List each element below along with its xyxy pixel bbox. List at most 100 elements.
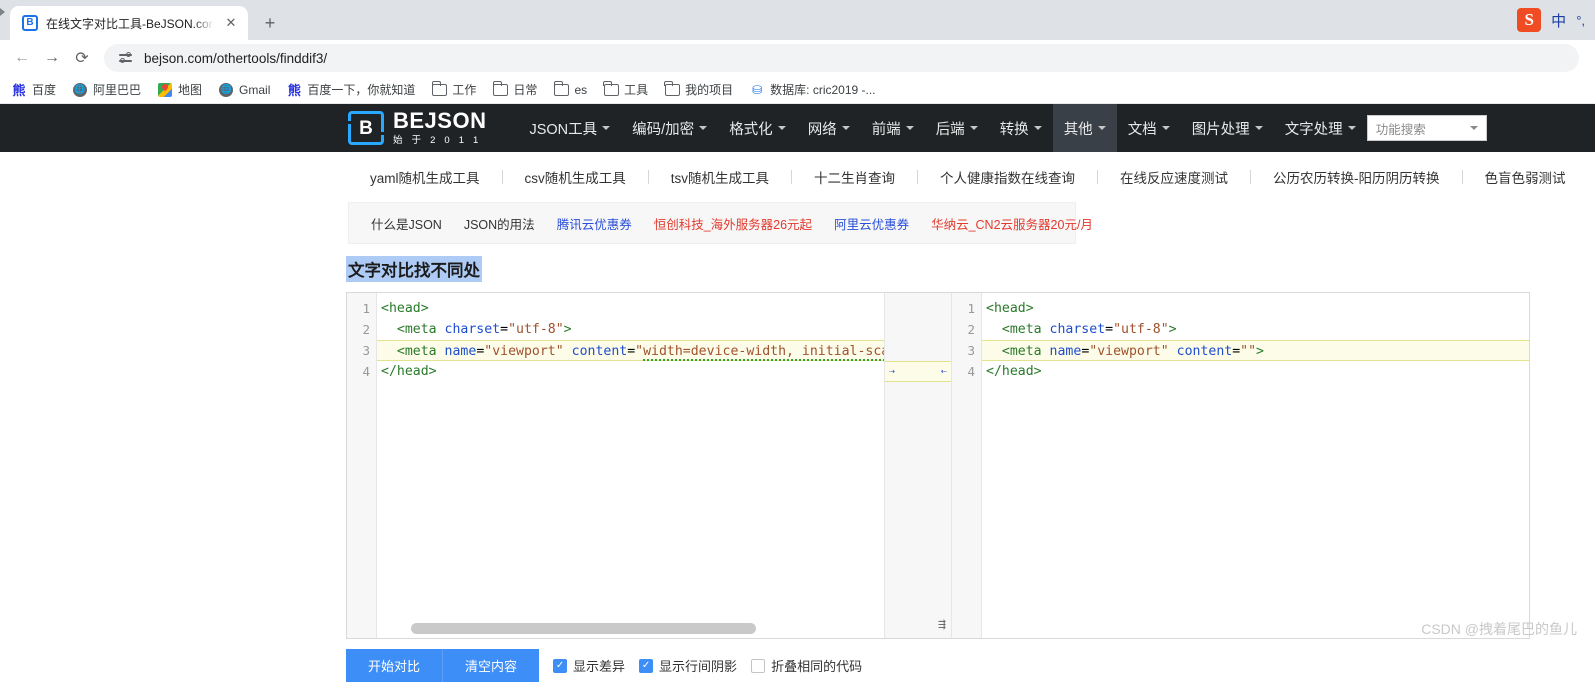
bookmark-folder-work[interactable]: 工作 <box>424 78 483 101</box>
nav-label: 文字处理 <box>1284 121 1343 138</box>
line-number: 3 <box>362 343 370 358</box>
bejson-logo-icon: B <box>348 111 384 145</box>
copy-right-arrow-icon[interactable]: ⇢ <box>889 366 895 377</box>
nav-item-convert[interactable]: 转换 <box>989 104 1053 152</box>
nav-item-network[interactable]: 网络 <box>797 104 861 152</box>
bookmark-baidu-home[interactable]: 熊 百度一下，你就知道 <box>279 78 422 101</box>
nav-item-json-tools[interactable]: JSON工具 <box>518 104 621 152</box>
bookmark-folder-tools[interactable]: 工具 <box>596 78 655 101</box>
nav-label: 其他 <box>1063 121 1093 138</box>
nav-item-text-tools[interactable]: 文字处理 <box>1274 104 1367 152</box>
address-bar[interactable]: bejson.com/othertools/finddif3/ <box>104 44 1579 72</box>
promo-link-aliyun[interactable]: 阿里云优惠券 <box>834 214 909 233</box>
chevron-down-icon <box>699 126 708 130</box>
site-logo[interactable]: B BEJSON 始 于 2 0 1 1 <box>348 110 486 146</box>
line-number: 3 <box>967 343 975 358</box>
subnav-item-tsv-generator[interactable]: tsv随机生成工具 <box>649 167 791 187</box>
globe-icon: 🌐 <box>72 82 88 98</box>
forward-icon[interactable]: → <box>38 44 66 72</box>
baidu-icon: 熊 <box>12 83 26 98</box>
bookmark-maps[interactable]: 地图 <box>150 78 209 101</box>
site-header: B BEJSON 始 于 2 0 1 1 JSON工具 编码/加密 格式化 网络… <box>0 104 1595 152</box>
bookmark-folder-daily[interactable]: 日常 <box>485 78 544 101</box>
site-settings-icon[interactable] <box>118 50 134 66</box>
chevron-down-icon <box>1033 126 1042 130</box>
ime-mode-label[interactable]: 中 <box>1551 10 1566 31</box>
diff-marker-row[interactable]: ⇢ ⇠ <box>885 361 951 382</box>
nav-item-backend[interactable]: 后端 <box>925 104 989 152</box>
action-button-group: 开始对比 清空内容 <box>346 649 540 682</box>
line-number: 1 <box>362 301 370 316</box>
csdn-watermark: CSDN @拽着尾巴的鱼儿 <box>1421 621 1577 637</box>
promo-link-what-is-json[interactable]: 什么是JSON <box>371 214 442 233</box>
code-editor-right[interactable]: <head> <meta charset="utf-8"> <meta name… <box>982 293 1529 638</box>
bookmark-label: 工作 <box>452 83 477 97</box>
scrollbar-thumb[interactable] <box>411 623 756 634</box>
start-compare-button[interactable]: 开始对比 <box>346 649 443 682</box>
subnav-item-reaction-test[interactable]: 在线反应速度测试 <box>1098 167 1250 187</box>
nav-item-other[interactable]: 其他 <box>1052 104 1117 152</box>
bookmark-label: 阿里巴巴 <box>93 83 142 97</box>
bookmark-alibaba[interactable]: 🌐 阿里巴巴 <box>65 78 148 101</box>
bookmark-baidu[interactable]: 熊 百度 <box>4 78 63 101</box>
promo-link-hengchuang[interactable]: 恒创科技_海外服务器26元起 <box>654 214 812 233</box>
checkbox-show-diff[interactable]: ✓ 显示差异 <box>553 656 625 675</box>
diff-align-icon[interactable]: ⇶ <box>938 617 946 632</box>
clear-content-button[interactable]: 清空内容 <box>442 649 540 682</box>
sogou-logo-icon[interactable]: S <box>1517 8 1542 32</box>
nav-item-image-tools[interactable]: 图片处理 <box>1181 104 1274 152</box>
chevron-down-icon <box>969 126 978 130</box>
code-line-diff: <meta name="viewport" content=""> <box>982 340 1529 361</box>
copy-left-arrow-icon[interactable]: ⇠ <box>941 366 947 377</box>
chevron-down-icon <box>1347 126 1356 130</box>
sogou-ime-indicator[interactable]: S 中 °, <box>1517 8 1585 32</box>
tab-strip-scroll-left-icon[interactable] <box>0 0 10 40</box>
chevron-down-icon <box>1254 126 1263 130</box>
subnav-item-yaml-generator[interactable]: yaml随机生成工具 <box>348 167 502 187</box>
bookmark-label: 日常 <box>513 83 538 97</box>
subnav-item-calendar-convert[interactable]: 公历农历转换-阳历阴历转换 <box>1251 167 1462 187</box>
nav-label: 编码/加密 <box>632 121 695 138</box>
back-icon[interactable]: ← <box>8 44 36 72</box>
subnav-item-color-blind-test[interactable]: 色盲色弱测试 <box>1463 167 1588 187</box>
promo-links-bar: 什么是JSON JSON的用法 腾讯云优惠券 恒创科技_海外服务器26元起 阿里… <box>348 202 1093 244</box>
subnav-item-health-index[interactable]: 个人健康指数在线查询 <box>918 167 1097 187</box>
chevron-down-icon <box>1161 126 1170 130</box>
subnav-item-csv-generator[interactable]: csv随机生成工具 <box>503 167 648 187</box>
promo-link-huanayun[interactable]: 华纳云_CN2云服务器20元/月 <box>931 214 1093 233</box>
chevron-down-icon <box>841 126 850 130</box>
folder-icon <box>603 80 619 98</box>
function-search-value: 功能搜索 <box>1375 122 1426 137</box>
close-icon[interactable]: ✕ <box>222 14 240 32</box>
subnav-item-zodiac-query[interactable]: 十二生肖查询 <box>792 167 917 187</box>
checkbox-show-line-shadow[interactable]: ✓ 显示行间阴影 <box>639 656 737 675</box>
reload-icon[interactable]: ⟳ <box>68 44 96 72</box>
bookmark-folder-es[interactable]: es <box>546 79 594 101</box>
function-search-select[interactable]: 功能搜索 <box>1366 115 1487 141</box>
ime-punctuation-icon[interactable]: °, <box>1576 13 1585 28</box>
nav-item-format[interactable]: 格式化 <box>718 104 797 152</box>
nav-label: 格式化 <box>729 121 773 138</box>
bookmark-database[interactable]: ⛁ 数据库: cric2019 -... <box>742 78 882 101</box>
new-tab-icon[interactable]: + <box>256 9 284 37</box>
bookmark-label: 数据库: cric2019 -... <box>770 83 876 97</box>
code-editor-left[interactable]: <head> <meta charset="utf-8"> <meta name… <box>377 293 884 638</box>
promo-link-tencent-cloud[interactable]: 腾讯云优惠券 <box>557 214 632 233</box>
nav-label: 转换 <box>999 121 1029 138</box>
checkbox-label: 折叠相同的代码 <box>771 659 863 674</box>
line-number: 2 <box>967 322 975 337</box>
folder-icon <box>664 80 680 98</box>
checkbox-label: 显示行间阴影 <box>659 659 738 674</box>
browser-tab[interactable]: B 在线文字对比工具-BeJSON.com ✕ <box>10 6 248 40</box>
checkbox-collapse-same-code[interactable]: 折叠相同的代码 <box>751 656 862 675</box>
bookmark-gmail[interactable]: 🌐 Gmail <box>211 79 277 101</box>
horizontal-scrollbar-left[interactable] <box>411 623 880 634</box>
nav-item-encode-encrypt[interactable]: 编码/加密 <box>621 104 718 152</box>
nav-item-frontend[interactable]: 前端 <box>861 104 925 152</box>
diff-pane-right: 1 2 3 4 <head> <meta charset="utf-8"> <m… <box>952 293 1529 638</box>
browser-toolbar: ← → ⟳ bejson.com/othertools/finddif3/ <box>0 40 1595 76</box>
nav-item-docs[interactable]: 文档 <box>1117 104 1181 152</box>
promo-link-json-usage[interactable]: JSON的用法 <box>464 214 535 233</box>
database-icon: ⛁ <box>752 82 763 97</box>
bookmark-folder-my-projects[interactable]: 我的项目 <box>657 78 740 101</box>
